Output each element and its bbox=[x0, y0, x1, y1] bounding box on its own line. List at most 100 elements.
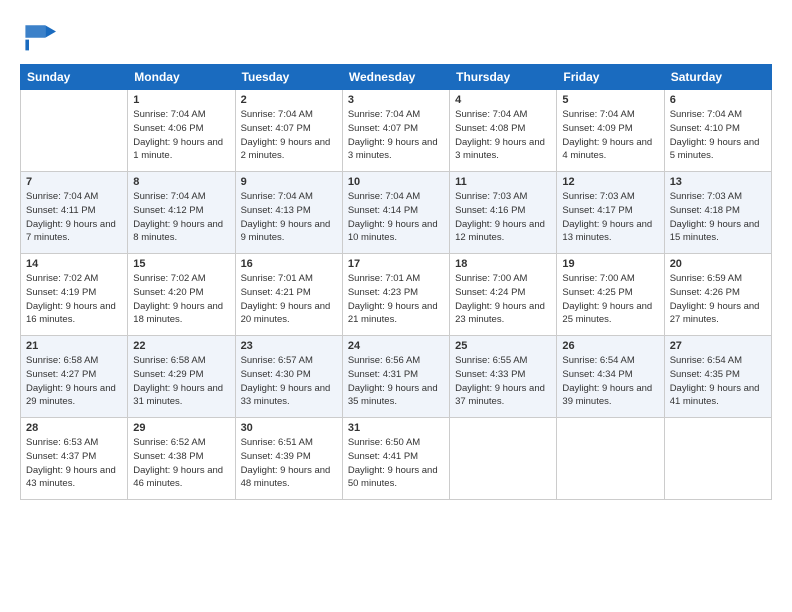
day-cell: 8 Sunrise: 7:04 AMSunset: 4:12 PMDayligh… bbox=[128, 172, 235, 254]
day-info: Sunrise: 7:04 AMSunset: 4:13 PMDaylight:… bbox=[241, 191, 331, 243]
day-info: Sunrise: 7:04 AMSunset: 4:06 PMDaylight:… bbox=[133, 109, 223, 161]
day-info: Sunrise: 7:01 AMSunset: 4:21 PMDaylight:… bbox=[241, 273, 331, 325]
weekday-header-friday: Friday bbox=[557, 65, 664, 90]
day-info: Sunrise: 6:54 AMSunset: 4:34 PMDaylight:… bbox=[562, 355, 652, 407]
day-cell: 31 Sunrise: 6:50 AMSunset: 4:41 PMDaylig… bbox=[342, 418, 449, 500]
day-cell: 16 Sunrise: 7:01 AMSunset: 4:21 PMDaylig… bbox=[235, 254, 342, 336]
day-cell: 29 Sunrise: 6:52 AMSunset: 4:38 PMDaylig… bbox=[128, 418, 235, 500]
day-cell: 26 Sunrise: 6:54 AMSunset: 4:34 PMDaylig… bbox=[557, 336, 664, 418]
day-cell: 6 Sunrise: 7:04 AMSunset: 4:10 PMDayligh… bbox=[664, 90, 771, 172]
day-cell: 14 Sunrise: 7:02 AMSunset: 4:19 PMDaylig… bbox=[21, 254, 128, 336]
day-number: 4 bbox=[455, 94, 551, 106]
day-number: 18 bbox=[455, 258, 551, 270]
day-cell: 30 Sunrise: 6:51 AMSunset: 4:39 PMDaylig… bbox=[235, 418, 342, 500]
week-row-1: 1 Sunrise: 7:04 AMSunset: 4:06 PMDayligh… bbox=[21, 90, 772, 172]
day-info: Sunrise: 7:01 AMSunset: 4:23 PMDaylight:… bbox=[348, 273, 438, 325]
day-cell bbox=[450, 418, 557, 500]
day-info: Sunrise: 7:02 AMSunset: 4:19 PMDaylight:… bbox=[26, 273, 116, 325]
day-info: Sunrise: 6:59 AMSunset: 4:26 PMDaylight:… bbox=[670, 273, 760, 325]
day-number: 2 bbox=[241, 94, 337, 106]
day-info: Sunrise: 6:56 AMSunset: 4:31 PMDaylight:… bbox=[348, 355, 438, 407]
weekday-header-saturday: Saturday bbox=[664, 65, 771, 90]
day-cell: 13 Sunrise: 7:03 AMSunset: 4:18 PMDaylig… bbox=[664, 172, 771, 254]
day-cell: 20 Sunrise: 6:59 AMSunset: 4:26 PMDaylig… bbox=[664, 254, 771, 336]
day-number: 17 bbox=[348, 258, 444, 270]
day-cell bbox=[557, 418, 664, 500]
day-info: Sunrise: 7:04 AMSunset: 4:08 PMDaylight:… bbox=[455, 109, 545, 161]
day-number: 21 bbox=[26, 340, 122, 352]
day-info: Sunrise: 7:04 AMSunset: 4:12 PMDaylight:… bbox=[133, 191, 223, 243]
day-info: Sunrise: 6:58 AMSunset: 4:27 PMDaylight:… bbox=[26, 355, 116, 407]
day-info: Sunrise: 7:02 AMSunset: 4:20 PMDaylight:… bbox=[133, 273, 223, 325]
day-info: Sunrise: 7:04 AMSunset: 4:11 PMDaylight:… bbox=[26, 191, 116, 243]
day-info: Sunrise: 7:03 AMSunset: 4:17 PMDaylight:… bbox=[562, 191, 652, 243]
day-info: Sunrise: 6:52 AMSunset: 4:38 PMDaylight:… bbox=[133, 437, 223, 489]
day-cell: 12 Sunrise: 7:03 AMSunset: 4:17 PMDaylig… bbox=[557, 172, 664, 254]
day-number: 15 bbox=[133, 258, 229, 270]
day-number: 1 bbox=[133, 94, 229, 106]
day-cell: 7 Sunrise: 7:04 AMSunset: 4:11 PMDayligh… bbox=[21, 172, 128, 254]
header bbox=[20, 18, 772, 54]
day-info: Sunrise: 6:53 AMSunset: 4:37 PMDaylight:… bbox=[26, 437, 116, 489]
weekday-header-tuesday: Tuesday bbox=[235, 65, 342, 90]
day-info: Sunrise: 7:04 AMSunset: 4:14 PMDaylight:… bbox=[348, 191, 438, 243]
weekday-header-row: SundayMondayTuesdayWednesdayThursdayFrid… bbox=[21, 65, 772, 90]
day-info: Sunrise: 7:04 AMSunset: 4:07 PMDaylight:… bbox=[241, 109, 331, 161]
day-cell: 10 Sunrise: 7:04 AMSunset: 4:14 PMDaylig… bbox=[342, 172, 449, 254]
day-number: 16 bbox=[241, 258, 337, 270]
week-row-4: 21 Sunrise: 6:58 AMSunset: 4:27 PMDaylig… bbox=[21, 336, 772, 418]
week-row-3: 14 Sunrise: 7:02 AMSunset: 4:19 PMDaylig… bbox=[21, 254, 772, 336]
day-info: Sunrise: 7:04 AMSunset: 4:09 PMDaylight:… bbox=[562, 109, 652, 161]
day-cell: 21 Sunrise: 6:58 AMSunset: 4:27 PMDaylig… bbox=[21, 336, 128, 418]
day-info: Sunrise: 6:57 AMSunset: 4:30 PMDaylight:… bbox=[241, 355, 331, 407]
day-info: Sunrise: 6:58 AMSunset: 4:29 PMDaylight:… bbox=[133, 355, 223, 407]
day-info: Sunrise: 7:03 AMSunset: 4:18 PMDaylight:… bbox=[670, 191, 760, 243]
day-number: 23 bbox=[241, 340, 337, 352]
weekday-header-thursday: Thursday bbox=[450, 65, 557, 90]
day-number: 29 bbox=[133, 422, 229, 434]
day-info: Sunrise: 7:00 AMSunset: 4:24 PMDaylight:… bbox=[455, 273, 545, 325]
day-cell: 2 Sunrise: 7:04 AMSunset: 4:07 PMDayligh… bbox=[235, 90, 342, 172]
logo bbox=[20, 18, 60, 54]
day-number: 30 bbox=[241, 422, 337, 434]
day-number: 19 bbox=[562, 258, 658, 270]
day-number: 26 bbox=[562, 340, 658, 352]
day-info: Sunrise: 7:04 AMSunset: 4:10 PMDaylight:… bbox=[670, 109, 760, 161]
day-number: 9 bbox=[241, 176, 337, 188]
day-cell: 28 Sunrise: 6:53 AMSunset: 4:37 PMDaylig… bbox=[21, 418, 128, 500]
day-number: 6 bbox=[670, 94, 766, 106]
day-number: 8 bbox=[133, 176, 229, 188]
day-cell: 3 Sunrise: 7:04 AMSunset: 4:07 PMDayligh… bbox=[342, 90, 449, 172]
day-number: 25 bbox=[455, 340, 551, 352]
day-info: Sunrise: 7:03 AMSunset: 4:16 PMDaylight:… bbox=[455, 191, 545, 243]
day-info: Sunrise: 7:04 AMSunset: 4:07 PMDaylight:… bbox=[348, 109, 438, 161]
day-cell: 27 Sunrise: 6:54 AMSunset: 4:35 PMDaylig… bbox=[664, 336, 771, 418]
day-cell: 17 Sunrise: 7:01 AMSunset: 4:23 PMDaylig… bbox=[342, 254, 449, 336]
day-cell: 18 Sunrise: 7:00 AMSunset: 4:24 PMDaylig… bbox=[450, 254, 557, 336]
day-info: Sunrise: 6:55 AMSunset: 4:33 PMDaylight:… bbox=[455, 355, 545, 407]
weekday-header-wednesday: Wednesday bbox=[342, 65, 449, 90]
day-info: Sunrise: 6:54 AMSunset: 4:35 PMDaylight:… bbox=[670, 355, 760, 407]
day-cell bbox=[664, 418, 771, 500]
day-number: 5 bbox=[562, 94, 658, 106]
day-number: 12 bbox=[562, 176, 658, 188]
day-cell: 5 Sunrise: 7:04 AMSunset: 4:09 PMDayligh… bbox=[557, 90, 664, 172]
day-number: 14 bbox=[26, 258, 122, 270]
day-cell: 11 Sunrise: 7:03 AMSunset: 4:16 PMDaylig… bbox=[450, 172, 557, 254]
logo-icon bbox=[20, 18, 56, 54]
day-number: 27 bbox=[670, 340, 766, 352]
day-cell: 22 Sunrise: 6:58 AMSunset: 4:29 PMDaylig… bbox=[128, 336, 235, 418]
day-cell: 23 Sunrise: 6:57 AMSunset: 4:30 PMDaylig… bbox=[235, 336, 342, 418]
calendar-table: SundayMondayTuesdayWednesdayThursdayFrid… bbox=[20, 64, 772, 500]
day-info: Sunrise: 6:51 AMSunset: 4:39 PMDaylight:… bbox=[241, 437, 331, 489]
page: SundayMondayTuesdayWednesdayThursdayFrid… bbox=[0, 0, 792, 612]
weekday-header-monday: Monday bbox=[128, 65, 235, 90]
day-cell: 9 Sunrise: 7:04 AMSunset: 4:13 PMDayligh… bbox=[235, 172, 342, 254]
day-number: 24 bbox=[348, 340, 444, 352]
day-cell: 1 Sunrise: 7:04 AMSunset: 4:06 PMDayligh… bbox=[128, 90, 235, 172]
day-number: 22 bbox=[133, 340, 229, 352]
day-cell: 19 Sunrise: 7:00 AMSunset: 4:25 PMDaylig… bbox=[557, 254, 664, 336]
day-cell bbox=[21, 90, 128, 172]
day-cell: 4 Sunrise: 7:04 AMSunset: 4:08 PMDayligh… bbox=[450, 90, 557, 172]
day-number: 13 bbox=[670, 176, 766, 188]
